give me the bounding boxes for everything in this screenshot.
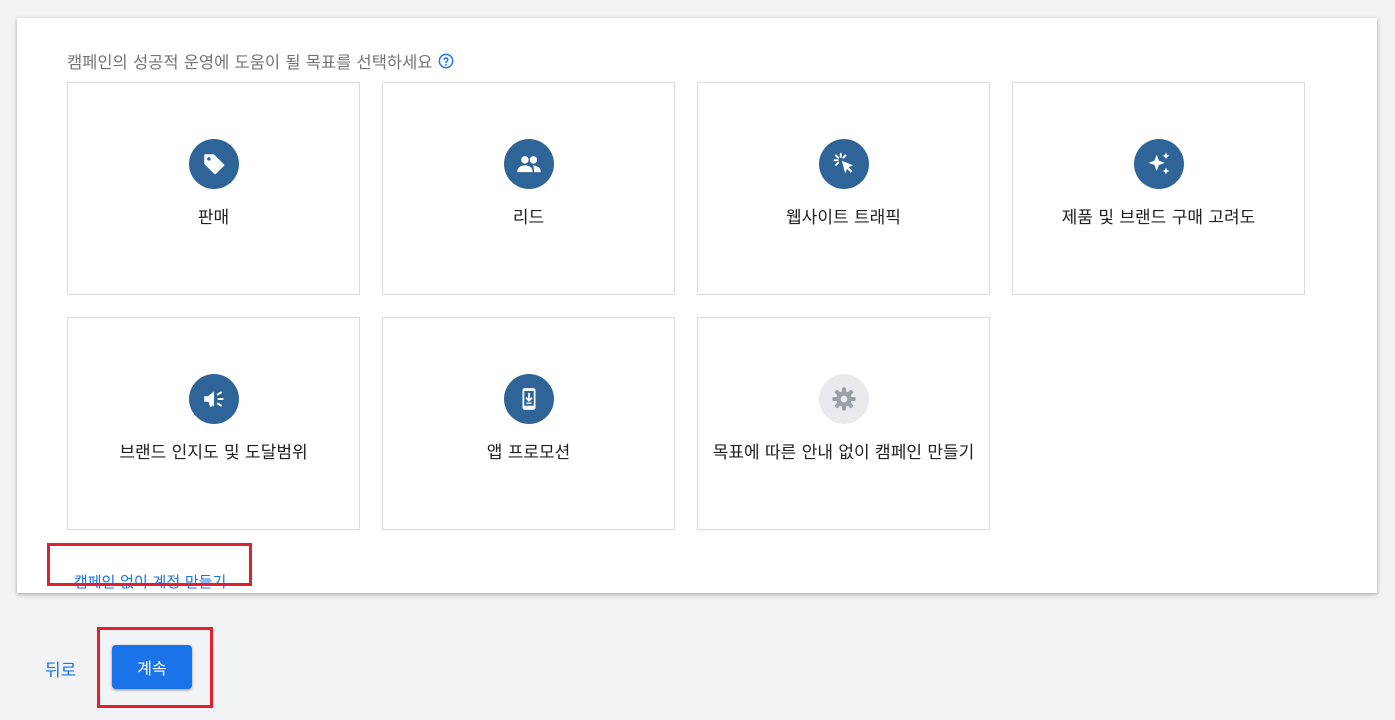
goal-card-sales[interactable]: 판매 — [67, 82, 360, 295]
goal-prompt: 캠페인의 성공적 운영에 도움이 될 목표를 선택하세요 — [67, 49, 454, 73]
phone-download-icon — [503, 374, 554, 424]
people-icon — [503, 139, 554, 189]
goal-card-consideration[interactable]: 제품 및 브랜드 구매 고려도 — [1012, 82, 1305, 295]
goal-card-leads[interactable]: 리드 — [382, 82, 675, 295]
help-circle-icon[interactable] — [438, 53, 454, 69]
continue-button[interactable]: 계속 — [112, 645, 192, 689]
megaphone-icon — [188, 374, 239, 424]
goal-card-brand-awareness[interactable]: 브랜드 인지도 및 도달범위 — [67, 317, 360, 530]
goal-card-label: 제품 및 브랜드 구매 고려도 — [1061, 208, 1256, 228]
goal-card-label: 리드 — [512, 208, 545, 228]
create-account-without-campaign-link[interactable]: 캠페인 없이 계정 만들기 — [74, 571, 226, 592]
goal-card-label: 브랜드 인지도 및 도달범위 — [119, 443, 308, 463]
tag-icon — [188, 139, 239, 189]
gear-icon — [818, 374, 869, 424]
goal-selection-panel: 캠페인의 성공적 운영에 도움이 될 목표를 선택하세요 판매 리드 웹사이트 … — [17, 18, 1377, 593]
goal-card-label: 판매 — [197, 208, 230, 228]
goal-card-label: 웹사이트 트래픽 — [786, 208, 901, 228]
goal-card-no-goal[interactable]: 목표에 따른 안내 없이 캠페인 만들기 — [697, 317, 990, 530]
sparkle-icon — [1133, 139, 1184, 189]
back-button[interactable]: 뒤로 — [45, 656, 76, 681]
goal-card-app-promotion[interactable]: 앱 프로모션 — [382, 317, 675, 530]
goal-card-label: 목표에 따른 안내 없이 캠페인 만들기 — [712, 443, 975, 463]
goal-prompt-text: 캠페인의 성공적 운영에 도움이 될 목표를 선택하세요 — [67, 53, 433, 72]
cursor-click-icon — [818, 139, 869, 189]
goal-card-label: 앱 프로모션 — [486, 443, 571, 463]
goal-card-website-traffic[interactable]: 웹사이트 트래픽 — [697, 82, 990, 295]
